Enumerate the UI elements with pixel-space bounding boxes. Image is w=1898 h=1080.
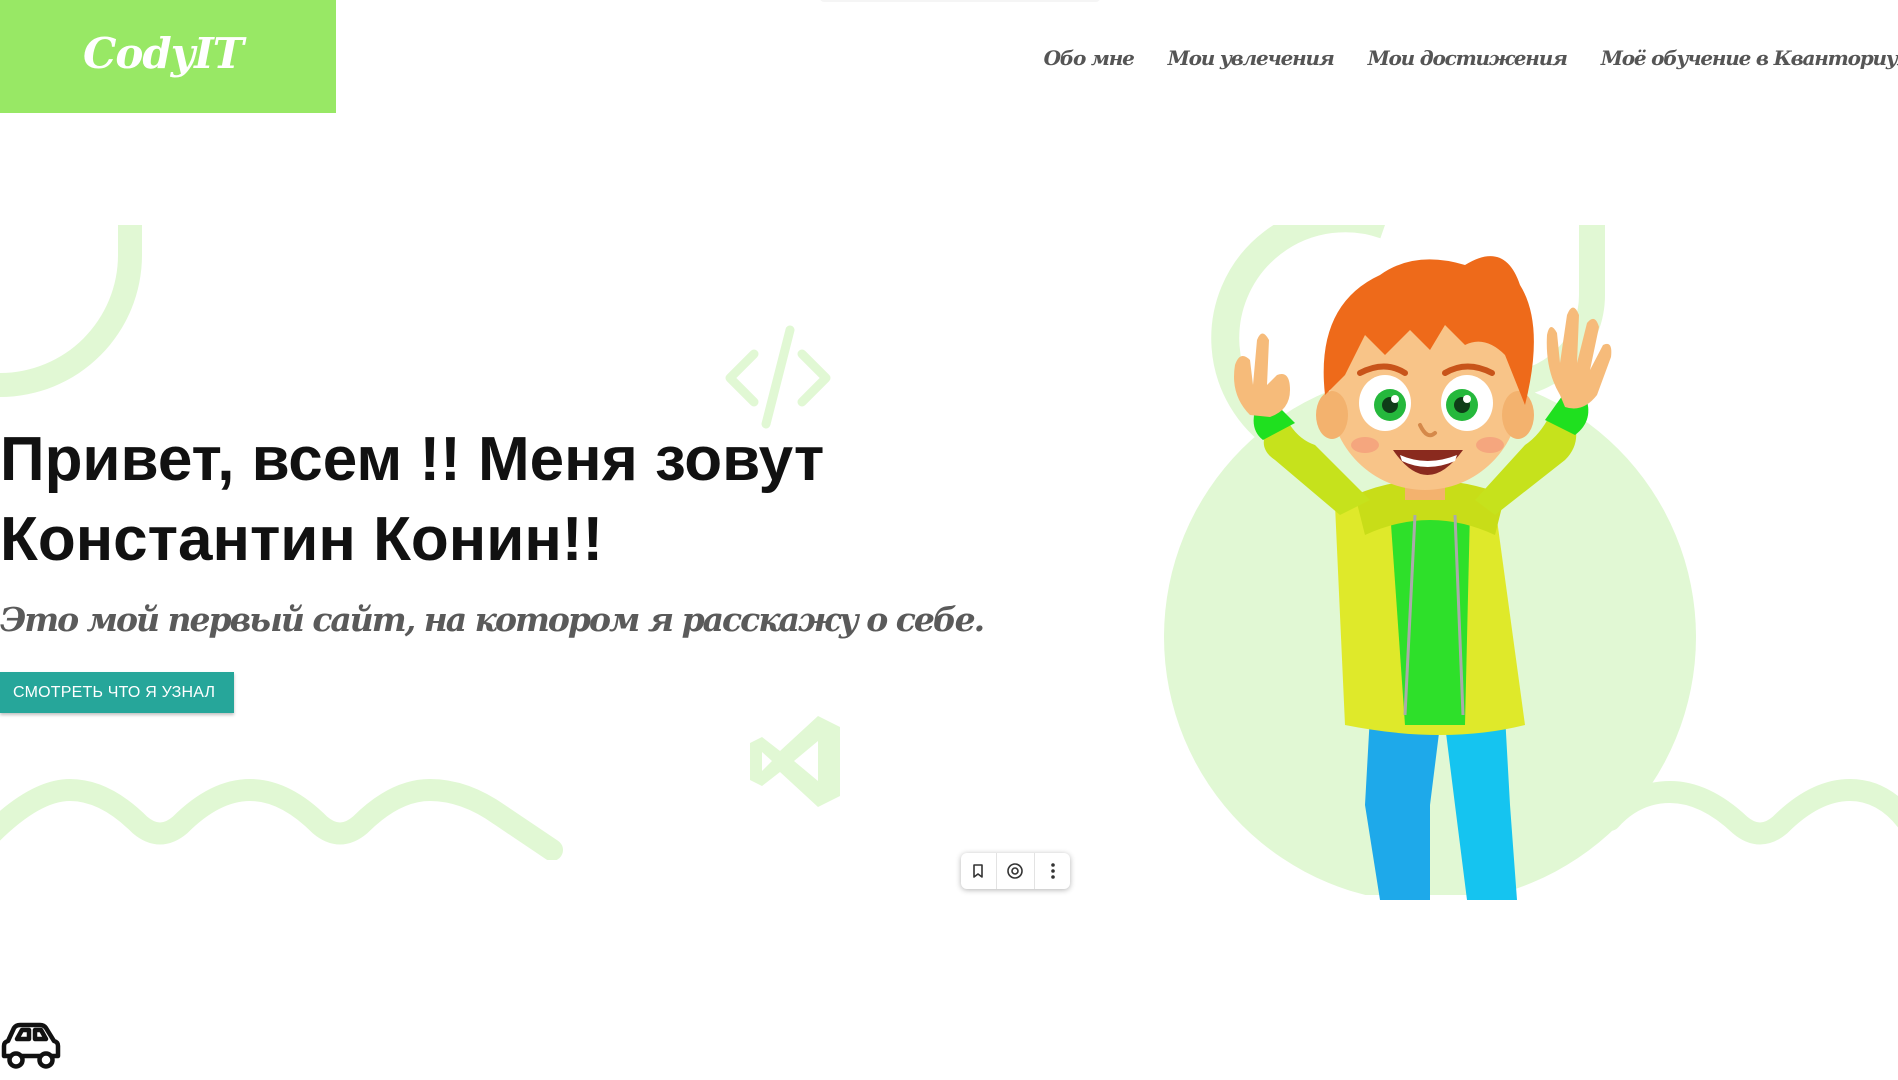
toolbar-divider [1033,853,1035,889]
more-vert-icon[interactable] [1037,855,1069,887]
nav-item-about[interactable]: Обо мне [1044,46,1135,70]
vscode-icon [750,716,840,807]
image-floating-toolbar [961,853,1070,889]
code-icon [725,325,831,429]
logo[interactable]: CodyIT [0,0,336,113]
screenshot-icon[interactable] [999,855,1031,887]
hero-title-line2: Константин Конин!! [0,505,604,574]
top-drag-handle [820,0,1100,2]
zigzag-left-decoration [0,778,563,860]
toolbar-divider [996,853,998,889]
car-icon[interactable] [0,1022,62,1072]
top-left-arc-decoration [0,225,142,397]
hero-title: Привет, всем !! Меня зовут Константин Ко… [0,420,860,580]
hero-subtitle: Это мой первый сайт, на котором я расска… [0,600,985,639]
nav-item-hobbies[interactable]: Мои увлечения [1168,46,1335,70]
hero-title-line1: Привет, всем !! Меня зовут [0,425,825,494]
boy-illustration [1234,256,1612,900]
nav-item-achievements[interactable]: Мои достижения [1368,46,1568,70]
main-nav: Обо мне Мои увлечения Мои достижения Моё… [1044,40,1898,76]
bookmark-icon[interactable] [962,855,994,887]
logo-text: CodyIT [82,29,244,78]
nav-item-kvantorium[interactable]: Моё обучение в Кванториуме [1601,46,1898,70]
cta-button[interactable]: СМОТРЕТЬ ЧТО Я УЗНАЛ [0,672,235,713]
